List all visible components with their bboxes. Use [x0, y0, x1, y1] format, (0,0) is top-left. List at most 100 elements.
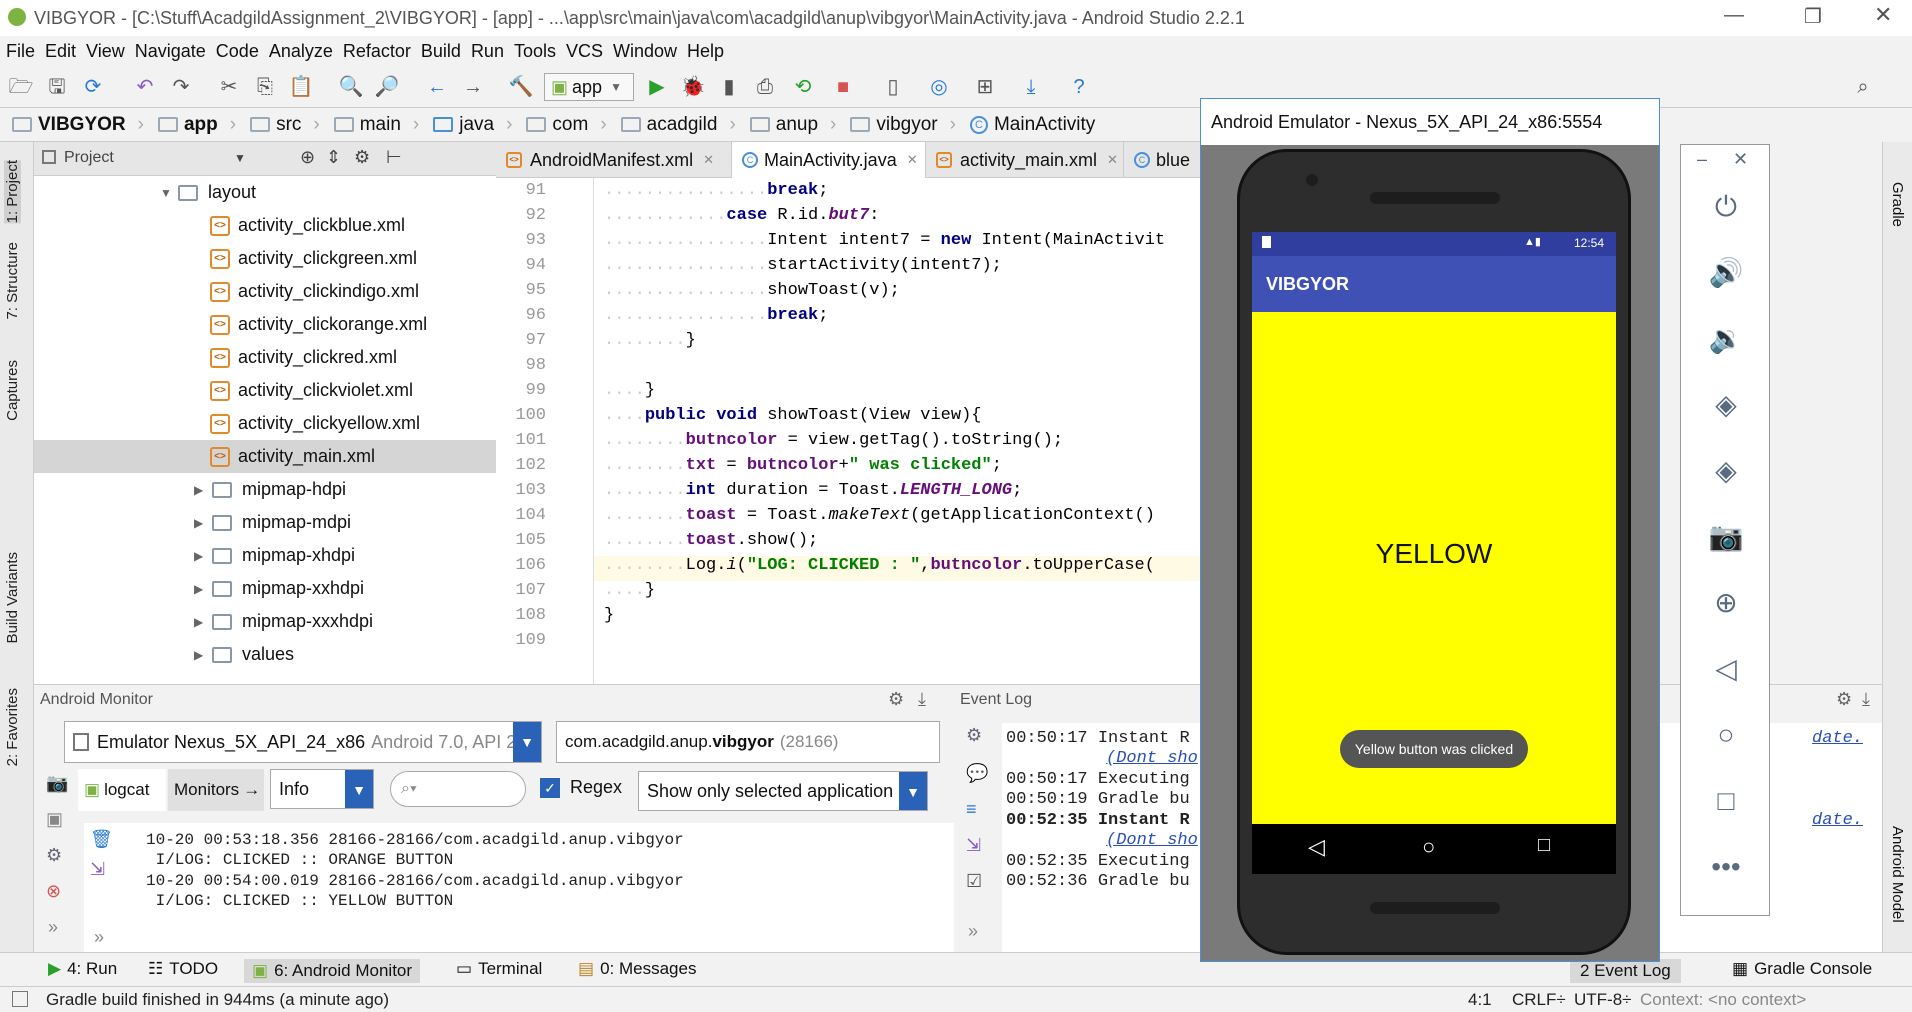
tab-project[interactable]: 1: Project — [4, 160, 21, 224]
minimize-icon[interactable]: — — [1724, 4, 1744, 27]
profile-icon[interactable]: ▮ — [716, 74, 742, 100]
code-editor[interactable]: 91 92 93 94 95 96 97 98 99 100 101 102 1… — [496, 178, 1206, 684]
sync-icon[interactable]: ⟳ — [80, 74, 106, 100]
tab-structure[interactable]: 7: Structure — [4, 242, 21, 320]
tab-android-model[interactable]: Android Model — [1889, 826, 1906, 923]
device-select[interactable]: Emulator Nexus_5X_API_24_x86 Android 7.0… — [64, 721, 542, 763]
help-icon[interactable]: ? — [1066, 74, 1092, 100]
close-tab-icon[interactable]: ✕ — [907, 152, 918, 168]
crumb-acadgild[interactable]: acadgild › — [620, 114, 736, 136]
menu-navigate[interactable]: Navigate — [135, 41, 206, 62]
replace-icon[interactable]: 🔎 — [374, 74, 400, 100]
nav-recents-icon[interactable]: □ — [1538, 834, 1550, 857]
logcat-output[interactable]: 🗑 ⇲ » 10-20 00:53:18.356 28166-28166/com… — [84, 823, 984, 953]
soft-wrap-icon[interactable]: ⇲ — [90, 859, 105, 880]
rotate-right-icon[interactable]: ◈ — [1706, 451, 1746, 491]
tree-file-selected[interactable]: <> activity_main.xml — [34, 440, 496, 473]
system-info-icon[interactable]: ⚙ — [46, 845, 62, 866]
tree-file[interactable]: <> activity_clickred.xml — [34, 341, 496, 374]
record-icon[interactable]: ▣ — [46, 809, 63, 830]
volume-down-icon[interactable]: 🔉 — [1706, 319, 1746, 359]
menu-edit[interactable]: Edit — [45, 41, 76, 62]
tab-gradle[interactable]: Gradle — [1889, 182, 1906, 227]
tab-messages[interactable]: ▤ 0: Messages — [578, 959, 696, 979]
back-icon[interactable]: ← — [424, 74, 450, 100]
camera-icon[interactable]: 📷 — [46, 773, 68, 794]
expand-arrow-icon[interactable]: ▼ — [160, 186, 178, 200]
crumb-main[interactable]: main › — [333, 114, 419, 136]
crumb-mainactivity[interactable]: C MainActivity — [969, 114, 1095, 136]
device-screen[interactable]: ▲▮ 12:54 VIBGYOR YELLOW Yellow button wa… — [1252, 232, 1616, 874]
menu-help[interactable]: Help — [687, 41, 724, 62]
make-project-icon[interactable]: 🔨 — [508, 74, 534, 100]
caret-position[interactable]: 4:1 — [1468, 990, 1492, 1010]
tree-folder[interactable]: ▶ values — [34, 638, 496, 671]
tab-run[interactable]: ▶ 4: Run — [48, 959, 117, 979]
filter-icon[interactable]: ≡ — [966, 799, 977, 820]
power-icon[interactable]: ⏻ — [1706, 187, 1746, 227]
nav-back-icon[interactable]: ◁ — [1308, 834, 1325, 860]
file-encoding[interactable]: UTF-8÷ — [1574, 990, 1632, 1010]
tree-file[interactable]: <> activity_clickblue.xml — [34, 209, 496, 242]
menu-refactor[interactable]: Refactor — [343, 41, 411, 62]
sync-scroll-icon[interactable]: ⊕ — [300, 147, 315, 168]
close-icon[interactable]: ✕ — [1733, 149, 1748, 170]
minimize-icon[interactable]: – — [1697, 149, 1707, 170]
tab-event-log[interactable]: 2 Event Log — [1570, 959, 1681, 983]
event-link[interactable]: (Dont sho — [1106, 749, 1198, 768]
open-folder-icon[interactable]: 🗁 — [8, 74, 34, 100]
tab-terminal[interactable]: ▭ Terminal — [456, 959, 542, 979]
tab-todo[interactable]: ☷ TODO — [148, 959, 218, 979]
find-icon[interactable]: 🔍 — [338, 74, 364, 100]
chevron-down-icon[interactable]: ▼ — [234, 151, 246, 165]
tab-logcat[interactable]: ▣ logcat — [78, 769, 166, 811]
undo-icon[interactable]: ↶ — [132, 74, 158, 100]
overview-icon[interactable]: □ — [1706, 781, 1746, 821]
expand-arrow-icon[interactable]: ▶ — [194, 648, 212, 662]
more-icon[interactable]: ••• — [1706, 847, 1746, 887]
menu-run[interactable]: Run — [471, 41, 504, 62]
forward-icon[interactable]: → — [460, 74, 486, 100]
tree-folder[interactable]: ▶ mipmap-xxxhdpi — [34, 605, 496, 638]
tab-activity-main[interactable]: <> activity_main.xml ✕ — [926, 142, 1124, 178]
line-separator[interactable]: CRLF÷ — [1512, 990, 1566, 1010]
tree-file[interactable]: <> activity_clickindigo.xml — [34, 275, 496, 308]
crumb-src[interactable]: src › — [250, 114, 320, 136]
tree-folder[interactable]: ▶ mipmap-mdpi — [34, 506, 496, 539]
tab-gradle-console[interactable]: ▦ Gradle Console — [1732, 959, 1872, 979]
toggle-tool-windows-icon[interactable] — [12, 991, 28, 1007]
project-structure-icon[interactable]: ⊞ — [972, 74, 998, 100]
tab-captures[interactable]: Captures — [4, 360, 21, 421]
menu-view[interactable]: View — [86, 41, 125, 62]
maximize-icon[interactable]: ❐ — [1804, 4, 1822, 29]
tree-folder-layout[interactable]: ▼ layout — [34, 176, 496, 209]
debug-icon[interactable]: 🐞 — [680, 74, 706, 100]
volume-up-icon[interactable]: 🔊 — [1706, 253, 1746, 293]
sdk-manager-icon[interactable]: ⤓ — [1018, 74, 1044, 100]
crumb-app[interactable]: app › — [157, 114, 236, 136]
expand-arrow-icon[interactable]: ▶ — [194, 516, 212, 530]
attach-debugger-icon[interactable]: ⎙ — [752, 74, 778, 100]
apply-changes-icon[interactable]: ⟲ — [790, 74, 816, 100]
home-icon[interactable]: ○ — [1706, 715, 1746, 755]
sync-gradle-icon[interactable]: ◎ — [926, 74, 952, 100]
tab-androidmanifest[interactable]: <> AndroidManifest.xml ✕ — [496, 142, 732, 178]
menu-window[interactable]: Window — [613, 41, 677, 62]
nav-home-icon[interactable]: ○ — [1422, 834, 1435, 860]
hide-panel-icon[interactable]: ⤓ — [918, 689, 926, 710]
close-tab-icon[interactable]: ✕ — [1107, 152, 1118, 168]
project-view-label[interactable]: Project — [64, 149, 114, 167]
expand-icon[interactable]: » — [48, 917, 58, 938]
event-link[interactable]: date. — [1812, 729, 1863, 748]
expand-arrow-icon[interactable]: ▶ — [194, 615, 212, 629]
settings-icon[interactable]: ⚙ — [966, 725, 982, 746]
hide-panel-icon[interactable]: ⤓ — [1862, 689, 1870, 710]
tab-monitors[interactable]: Monitors → — [168, 769, 264, 811]
expand-icon[interactable]: » — [94, 927, 104, 948]
gear-icon[interactable]: ⚙ — [888, 689, 904, 710]
balloon-icon[interactable]: 💬 — [966, 763, 988, 784]
trash-icon[interactable]: 🗑 — [90, 829, 113, 850]
save-icon[interactable]: 🖫 — [44, 74, 70, 100]
tree-file[interactable]: <> activity_clickyellow.xml — [34, 407, 496, 440]
search-everywhere-icon[interactable]: ⌕ — [1850, 74, 1876, 100]
